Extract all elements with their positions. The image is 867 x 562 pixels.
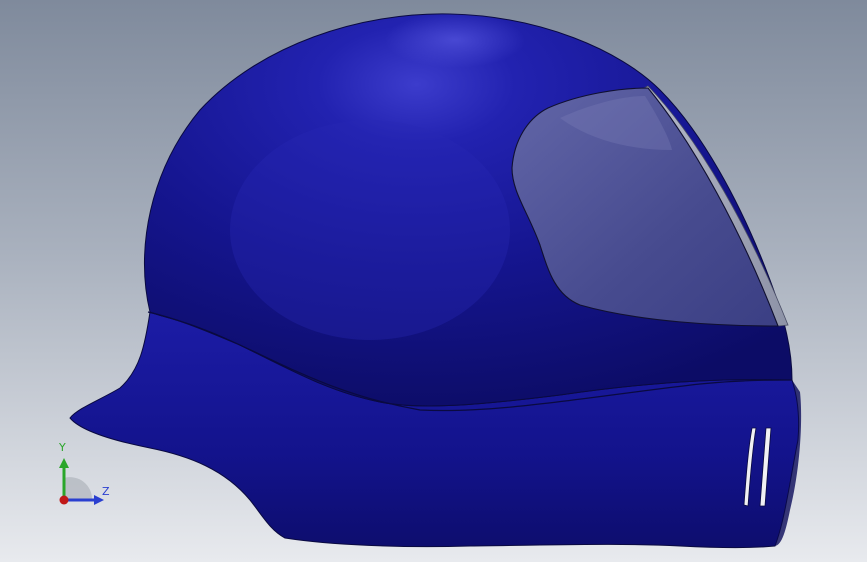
triad-y-label: Y (59, 441, 66, 454)
side-highlight (230, 120, 510, 340)
triad-z-label: Z (102, 485, 110, 498)
dome-highlight (385, 12, 525, 68)
orientation-triad: Y Z (40, 438, 120, 518)
triad-graphic (59, 458, 104, 505)
model-scene (0, 0, 867, 562)
graphics-viewport[interactable]: Y Z (0, 0, 867, 562)
